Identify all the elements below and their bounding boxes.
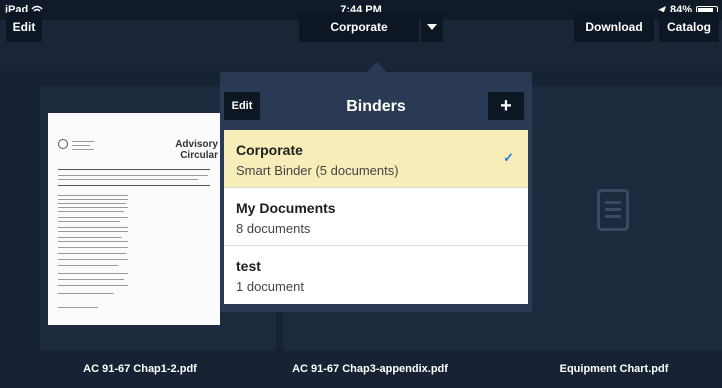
document-icon [597,189,629,231]
edit-button[interactable]: Edit [6,12,42,42]
binder-selector-button[interactable]: Corporate [299,12,419,42]
document-name[interactable]: AC 91-67 Chap3-appendix.pdf [270,363,470,381]
faa-seal-icon [58,139,68,149]
binder-item-test[interactable]: test 1 document [224,246,528,304]
document-name[interactable]: AC 91-67 Chap1-2.pdf [40,363,240,381]
document-thumbnail[interactable]: Advisory Circular [48,113,220,325]
binder-item-my-documents[interactable]: My Documents 8 documents [224,188,528,246]
download-button[interactable]: Download [574,12,654,42]
binder-name: My Documents [236,200,336,216]
thumbnail-title: Advisory Circular [175,139,218,161]
binder-item-corporate[interactable]: Corporate Smart Binder (5 documents) ✓ [224,130,528,188]
document-name[interactable]: Equipment Chart.pdf [514,363,714,381]
binder-subtitle: 8 documents [236,221,311,236]
binders-title: Binders [346,98,406,115]
binders-popover: Edit Binders + Corporate Smart Binder (5… [220,72,532,312]
binder-subtitle: Smart Binder (5 documents) [236,163,399,178]
chevron-down-icon [427,24,437,30]
binder-dropdown-button[interactable] [421,12,443,42]
binder-name: test [236,258,261,274]
binder-name: Corporate [236,142,303,158]
popover-arrow [367,62,387,72]
checkmark-icon: ✓ [503,150,514,165]
binder-subtitle: 1 document [236,279,304,294]
catalog-button[interactable]: Catalog [659,12,719,42]
add-binder-button[interactable]: + [488,92,524,120]
